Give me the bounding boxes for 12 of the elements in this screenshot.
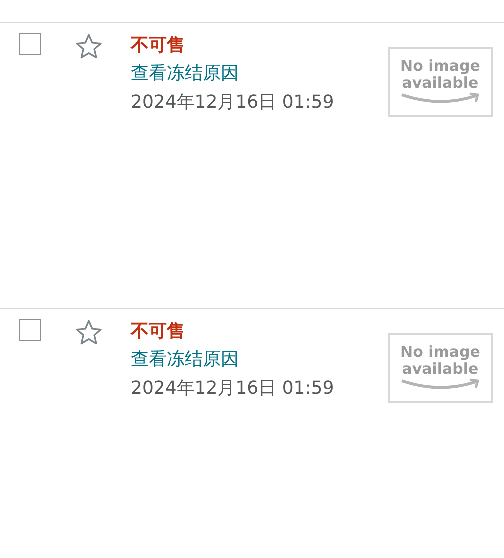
placeholder-text: No image available: [400, 58, 480, 92]
date-text: 2024年12月16日 01:59: [131, 91, 336, 115]
date-text: 2024年12月16日 01:59: [131, 377, 336, 401]
status-label: 不可售: [131, 320, 186, 344]
checkbox[interactable]: [19, 319, 41, 341]
placeholder-text: No image available: [400, 344, 480, 378]
arrow-icon: [400, 92, 482, 106]
checkbox[interactable]: [19, 33, 41, 55]
arrow-icon: [400, 378, 482, 392]
status-label: 不可售: [131, 34, 186, 58]
freeze-reason-link[interactable]: 查看冻结原因: [131, 345, 388, 375]
freeze-reason-link[interactable]: 查看冻结原因: [131, 59, 388, 89]
